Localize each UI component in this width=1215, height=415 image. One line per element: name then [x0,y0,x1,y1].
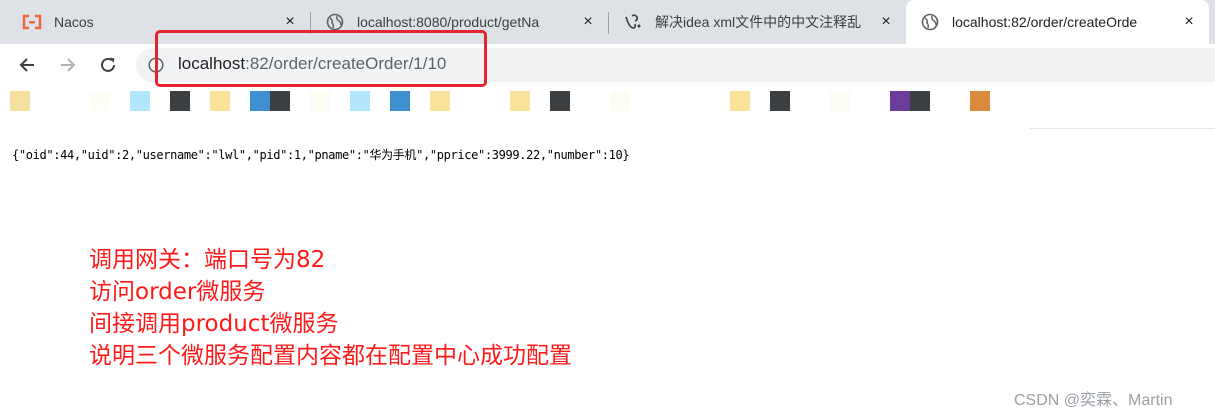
bookmark-favicon-icon[interactable] [890,91,910,111]
bookmark-favicon-icon[interactable] [10,91,30,111]
bookmark-favicon-icon[interactable] [830,91,850,111]
annotation-line: 间接调用product微服务 [89,311,339,337]
back-button[interactable] [14,52,40,78]
tab-title: 解决idea xml文件中的中文注释乱 [655,14,862,30]
globe-icon [920,12,940,32]
bookmark-favicon-icon[interactable] [730,91,750,111]
reload-button[interactable] [95,52,121,78]
nacos-logo-icon [22,12,42,32]
bookmark-favicon-icon[interactable] [90,91,110,111]
bookmark-favicon-icon[interactable] [310,91,330,111]
bookmark-favicon-icon[interactable] [770,91,790,111]
tab-idea-xml[interactable]: 解决idea xml文件中的中文注释乱 × [601,0,906,44]
tab-title: localhost:8080/product/getNa [357,14,540,30]
article-icon [623,12,643,32]
divider [1030,128,1215,129]
watermark: CSDN @奕霖、Martin [1014,392,1173,409]
close-icon[interactable]: × [1179,12,1199,32]
annotation-line: 说明三个微服务配置内容都在配置中心成功配置 [89,343,572,369]
close-icon[interactable]: × [578,12,598,32]
tab-title: localhost:82/order/createOrde [952,14,1138,30]
bookmark-favicon-icon[interactable] [550,91,570,111]
bookmark-favicon-icon[interactable] [910,91,930,111]
close-icon[interactable]: × [280,12,300,32]
reload-icon [101,57,115,72]
annotation-text: 调用网关：端口号为82 访问order微服务 间接调用product微服务 说明… [89,244,572,372]
bookmark-favicon-icon[interactable] [350,91,370,111]
back-arrow-icon [19,58,34,72]
annotation-line: 调用网关：端口号为82 [89,247,326,273]
close-icon[interactable]: × [876,12,896,32]
bookmark-favicon-icon[interactable] [270,91,290,111]
url-highlight-box [155,30,487,87]
bookmark-favicon-icon[interactable] [250,91,270,111]
bookmark-favicon-icon[interactable] [130,91,150,111]
bookmark-favicon-icon[interactable] [610,91,630,111]
bookmark-favicon-icon[interactable] [170,91,190,111]
json-response: {"oid":44,"uid":2,"username":"lwl","pid"… [12,148,630,162]
annotation-line: 访问order微服务 [89,279,266,305]
bookmark-favicon-icon[interactable] [970,91,990,111]
tab-create-order[interactable]: localhost:82/order/createOrde × [906,0,1209,44]
bookmark-favicon-icon[interactable] [430,91,450,111]
forward-button[interactable] [55,52,81,78]
globe-icon [325,12,345,32]
tab-title: Nacos [54,14,94,30]
bookmark-favicon-icon[interactable] [210,91,230,111]
bookmark-favicon-icon[interactable] [390,91,410,111]
forward-arrow-icon [61,58,76,72]
bookmark-favicon-icon[interactable] [510,91,530,111]
